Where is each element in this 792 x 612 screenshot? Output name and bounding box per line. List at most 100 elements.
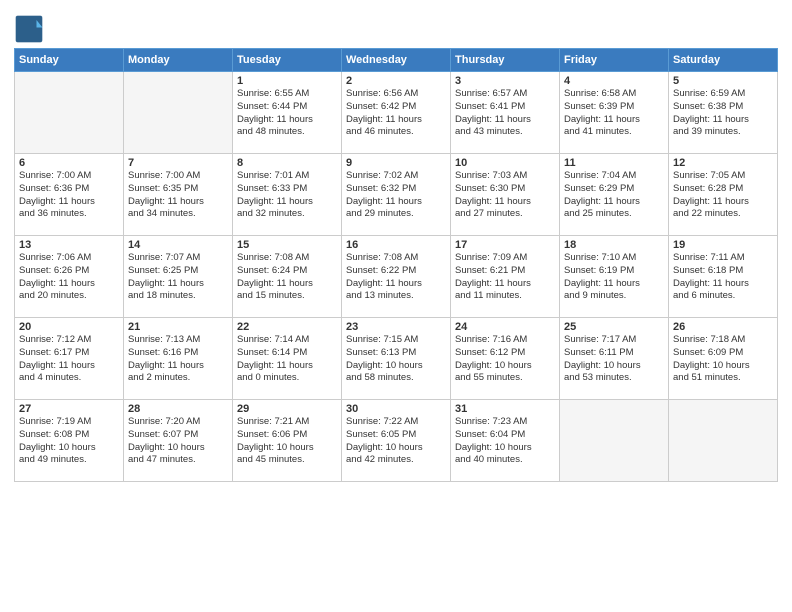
day-cell: 25Sunrise: 7:17 AMSunset: 6:11 PMDayligh… — [560, 318, 669, 400]
day-number: 16 — [346, 239, 446, 251]
day-cell: 18Sunrise: 7:10 AMSunset: 6:19 PMDayligh… — [560, 236, 669, 318]
day-number: 24 — [455, 321, 555, 333]
day-info: Sunrise: 7:16 AMSunset: 6:12 PMDaylight:… — [455, 334, 555, 385]
day-cell: 24Sunrise: 7:16 AMSunset: 6:12 PMDayligh… — [451, 318, 560, 400]
day-number: 7 — [128, 157, 228, 169]
header — [14, 10, 778, 44]
day-info: Sunrise: 7:20 AMSunset: 6:07 PMDaylight:… — [128, 416, 228, 467]
day-number: 20 — [19, 321, 119, 333]
day-cell: 23Sunrise: 7:15 AMSunset: 6:13 PMDayligh… — [342, 318, 451, 400]
day-number: 15 — [237, 239, 337, 251]
day-cell: 31Sunrise: 7:23 AMSunset: 6:04 PMDayligh… — [451, 400, 560, 482]
day-cell: 6Sunrise: 7:00 AMSunset: 6:36 PMDaylight… — [15, 154, 124, 236]
day-number: 2 — [346, 75, 446, 87]
day-number: 26 — [673, 321, 773, 333]
day-info: Sunrise: 7:06 AMSunset: 6:26 PMDaylight:… — [19, 252, 119, 303]
day-info: Sunrise: 7:04 AMSunset: 6:29 PMDaylight:… — [564, 170, 664, 221]
day-number: 25 — [564, 321, 664, 333]
day-cell: 3Sunrise: 6:57 AMSunset: 6:41 PMDaylight… — [451, 72, 560, 154]
week-row-4: 20Sunrise: 7:12 AMSunset: 6:17 PMDayligh… — [15, 318, 778, 400]
day-number: 22 — [237, 321, 337, 333]
day-info: Sunrise: 6:59 AMSunset: 6:38 PMDaylight:… — [673, 88, 773, 139]
logo-icon — [14, 14, 44, 44]
week-row-1: 1Sunrise: 6:55 AMSunset: 6:44 PMDaylight… — [15, 72, 778, 154]
day-number: 12 — [673, 157, 773, 169]
week-row-2: 6Sunrise: 7:00 AMSunset: 6:36 PMDaylight… — [15, 154, 778, 236]
day-number: 29 — [237, 403, 337, 415]
day-number: 23 — [346, 321, 446, 333]
day-cell: 28Sunrise: 7:20 AMSunset: 6:07 PMDayligh… — [124, 400, 233, 482]
day-info: Sunrise: 7:13 AMSunset: 6:16 PMDaylight:… — [128, 334, 228, 385]
day-cell: 7Sunrise: 7:00 AMSunset: 6:35 PMDaylight… — [124, 154, 233, 236]
day-number: 31 — [455, 403, 555, 415]
day-cell: 5Sunrise: 6:59 AMSunset: 6:38 PMDaylight… — [669, 72, 778, 154]
col-header-saturday: Saturday — [669, 49, 778, 72]
day-cell: 1Sunrise: 6:55 AMSunset: 6:44 PMDaylight… — [233, 72, 342, 154]
day-cell — [15, 72, 124, 154]
day-info: Sunrise: 6:56 AMSunset: 6:42 PMDaylight:… — [346, 88, 446, 139]
day-info: Sunrise: 7:01 AMSunset: 6:33 PMDaylight:… — [237, 170, 337, 221]
day-cell: 30Sunrise: 7:22 AMSunset: 6:05 PMDayligh… — [342, 400, 451, 482]
day-info: Sunrise: 7:09 AMSunset: 6:21 PMDaylight:… — [455, 252, 555, 303]
day-cell: 29Sunrise: 7:21 AMSunset: 6:06 PMDayligh… — [233, 400, 342, 482]
day-cell: 20Sunrise: 7:12 AMSunset: 6:17 PMDayligh… — [15, 318, 124, 400]
day-cell: 8Sunrise: 7:01 AMSunset: 6:33 PMDaylight… — [233, 154, 342, 236]
day-number: 3 — [455, 75, 555, 87]
day-info: Sunrise: 7:22 AMSunset: 6:05 PMDaylight:… — [346, 416, 446, 467]
day-number: 19 — [673, 239, 773, 251]
page-container: SundayMondayTuesdayWednesdayThursdayFrid… — [0, 0, 792, 488]
day-info: Sunrise: 7:07 AMSunset: 6:25 PMDaylight:… — [128, 252, 228, 303]
week-row-3: 13Sunrise: 7:06 AMSunset: 6:26 PMDayligh… — [15, 236, 778, 318]
day-number: 11 — [564, 157, 664, 169]
week-row-5: 27Sunrise: 7:19 AMSunset: 6:08 PMDayligh… — [15, 400, 778, 482]
day-number: 10 — [455, 157, 555, 169]
day-cell: 13Sunrise: 7:06 AMSunset: 6:26 PMDayligh… — [15, 236, 124, 318]
day-cell: 4Sunrise: 6:58 AMSunset: 6:39 PMDaylight… — [560, 72, 669, 154]
day-number: 30 — [346, 403, 446, 415]
day-cell: 9Sunrise: 7:02 AMSunset: 6:32 PMDaylight… — [342, 154, 451, 236]
col-header-wednesday: Wednesday — [342, 49, 451, 72]
day-number: 17 — [455, 239, 555, 251]
col-header-tuesday: Tuesday — [233, 49, 342, 72]
day-info: Sunrise: 7:18 AMSunset: 6:09 PMDaylight:… — [673, 334, 773, 385]
day-info: Sunrise: 7:14 AMSunset: 6:14 PMDaylight:… — [237, 334, 337, 385]
day-info: Sunrise: 6:57 AMSunset: 6:41 PMDaylight:… — [455, 88, 555, 139]
day-number: 5 — [673, 75, 773, 87]
day-cell: 12Sunrise: 7:05 AMSunset: 6:28 PMDayligh… — [669, 154, 778, 236]
day-info: Sunrise: 7:11 AMSunset: 6:18 PMDaylight:… — [673, 252, 773, 303]
day-number: 8 — [237, 157, 337, 169]
col-header-sunday: Sunday — [15, 49, 124, 72]
day-cell: 11Sunrise: 7:04 AMSunset: 6:29 PMDayligh… — [560, 154, 669, 236]
day-cell — [560, 400, 669, 482]
day-cell: 17Sunrise: 7:09 AMSunset: 6:21 PMDayligh… — [451, 236, 560, 318]
day-number: 13 — [19, 239, 119, 251]
day-cell — [669, 400, 778, 482]
day-info: Sunrise: 7:21 AMSunset: 6:06 PMDaylight:… — [237, 416, 337, 467]
day-info: Sunrise: 7:00 AMSunset: 6:35 PMDaylight:… — [128, 170, 228, 221]
day-cell: 22Sunrise: 7:14 AMSunset: 6:14 PMDayligh… — [233, 318, 342, 400]
col-header-monday: Monday — [124, 49, 233, 72]
day-cell: 2Sunrise: 6:56 AMSunset: 6:42 PMDaylight… — [342, 72, 451, 154]
day-number: 18 — [564, 239, 664, 251]
logo — [14, 14, 46, 44]
day-number: 6 — [19, 157, 119, 169]
header-row: SundayMondayTuesdayWednesdayThursdayFrid… — [15, 49, 778, 72]
day-cell: 16Sunrise: 7:08 AMSunset: 6:22 PMDayligh… — [342, 236, 451, 318]
day-number: 1 — [237, 75, 337, 87]
day-info: Sunrise: 6:55 AMSunset: 6:44 PMDaylight:… — [237, 88, 337, 139]
day-info: Sunrise: 7:10 AMSunset: 6:19 PMDaylight:… — [564, 252, 664, 303]
day-info: Sunrise: 7:19 AMSunset: 6:08 PMDaylight:… — [19, 416, 119, 467]
day-info: Sunrise: 7:03 AMSunset: 6:30 PMDaylight:… — [455, 170, 555, 221]
day-number: 28 — [128, 403, 228, 415]
day-cell: 14Sunrise: 7:07 AMSunset: 6:25 PMDayligh… — [124, 236, 233, 318]
day-info: Sunrise: 7:17 AMSunset: 6:11 PMDaylight:… — [564, 334, 664, 385]
day-info: Sunrise: 7:08 AMSunset: 6:24 PMDaylight:… — [237, 252, 337, 303]
day-number: 21 — [128, 321, 228, 333]
day-cell: 15Sunrise: 7:08 AMSunset: 6:24 PMDayligh… — [233, 236, 342, 318]
day-number: 27 — [19, 403, 119, 415]
day-cell: 27Sunrise: 7:19 AMSunset: 6:08 PMDayligh… — [15, 400, 124, 482]
col-header-thursday: Thursday — [451, 49, 560, 72]
day-cell: 26Sunrise: 7:18 AMSunset: 6:09 PMDayligh… — [669, 318, 778, 400]
day-cell — [124, 72, 233, 154]
day-info: Sunrise: 7:00 AMSunset: 6:36 PMDaylight:… — [19, 170, 119, 221]
